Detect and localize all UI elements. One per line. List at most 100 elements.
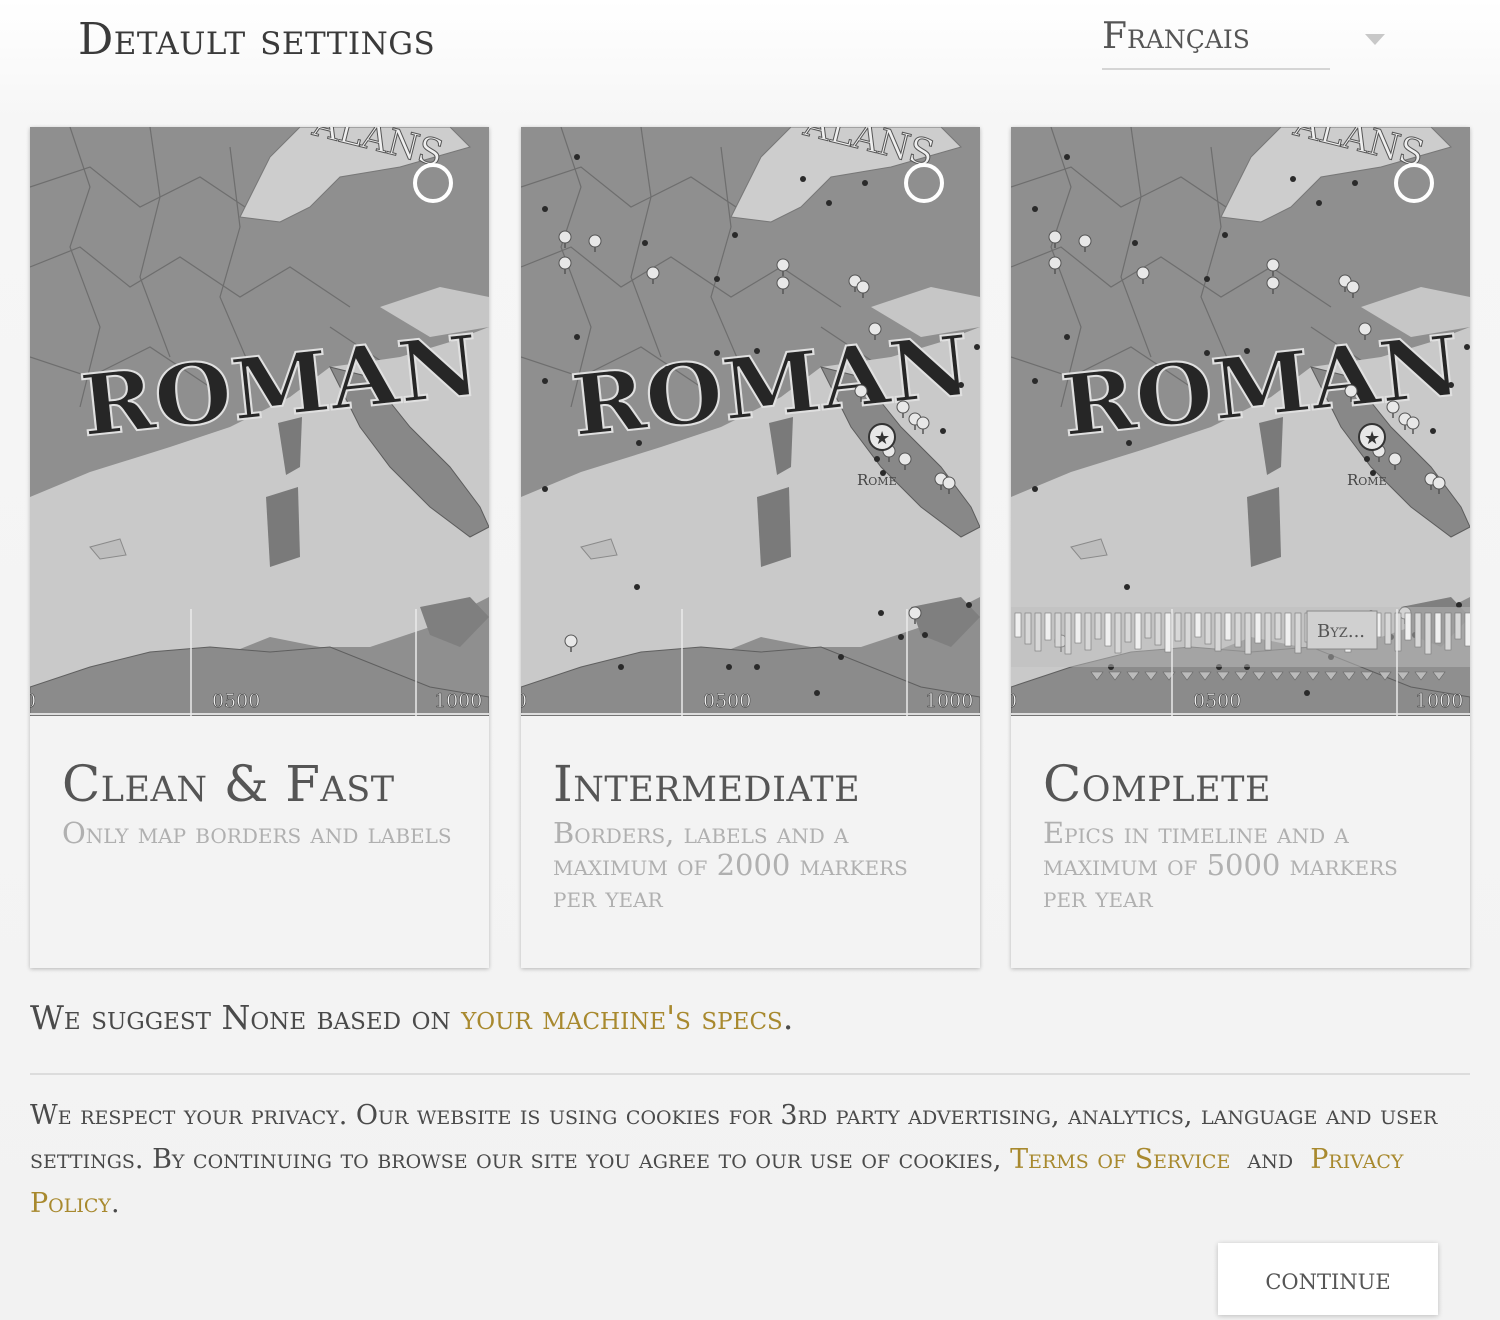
map-dot (922, 632, 928, 638)
map-marker-pin (868, 322, 882, 336)
map-dot (1132, 240, 1138, 246)
map-dot (1032, 206, 1038, 212)
map-marker-pin (942, 476, 956, 490)
timeline-tick-label: 0500 (212, 690, 260, 712)
map-marker-pin (1358, 322, 1372, 336)
suggestion-prefix: We suggest None based on (30, 998, 462, 1037)
map-marker-pin (776, 276, 790, 290)
map-svg: ALANSROMAN005001000 (30, 127, 489, 716)
map-marker-pin (854, 384, 868, 398)
map-dot (754, 348, 760, 354)
epic-bar (1414, 612, 1422, 648)
epic-bar (1134, 612, 1142, 650)
privacy-and: and (1247, 1144, 1294, 1175)
epic-bar (1404, 612, 1412, 641)
epic-bar (1224, 612, 1232, 641)
map-dot (1448, 382, 1454, 388)
card-intermediate[interactable]: ALANSROMAN★Rome005001000 Intermediate Bo… (521, 127, 980, 968)
map-dot (874, 456, 880, 462)
epic-bar (1264, 612, 1272, 651)
epic-bar (1064, 612, 1072, 655)
radio-clean-fast[interactable] (413, 163, 453, 203)
map-dot (574, 334, 580, 340)
timeline-tick-label: 0 (521, 690, 527, 712)
divider (30, 1073, 1470, 1075)
map-dot (726, 664, 732, 670)
map-marker-pin (1346, 280, 1360, 294)
card-complete[interactable]: ALANSROMAN★RomeByz...005001000 Complete … (1011, 127, 1470, 968)
map-marker-pin (1406, 416, 1420, 430)
epic-bar (1274, 612, 1282, 640)
map-marker-pin (1266, 258, 1280, 272)
epic-bar (1044, 612, 1052, 641)
map-dot (800, 176, 806, 182)
map-dot (1064, 154, 1070, 160)
capital-star-icon: ★ (1364, 428, 1380, 449)
map-dot (1064, 334, 1070, 340)
map-marker-pin (1048, 256, 1062, 270)
epic-bar (1394, 612, 1402, 652)
epic-bar (1164, 612, 1172, 653)
map-dot (940, 428, 946, 434)
map-marker-pin (564, 634, 578, 648)
map-marker-pin (1432, 476, 1446, 490)
card-description: Borders, labels and a maximum of 2000 ma… (553, 816, 908, 914)
map-marker-pin (776, 258, 790, 272)
epic-bar (1144, 612, 1152, 639)
epic-bar (1384, 612, 1392, 645)
map-dot (634, 584, 640, 590)
epic-bar (1174, 612, 1182, 642)
map-dot (1126, 440, 1132, 446)
epic-bar (1154, 612, 1162, 646)
map-dot (1204, 350, 1210, 356)
map-dot (958, 382, 964, 388)
epic-bar (1084, 612, 1092, 651)
card-clean-fast[interactable]: ALANSROMAN005001000 Clean & Fast Only ma… (30, 127, 489, 968)
map-marker-pin (896, 400, 910, 414)
language-selected-value: Français (1102, 16, 1250, 57)
epic-bar (1204, 612, 1212, 645)
epic-bar (1184, 612, 1192, 649)
map-marker-pin (908, 606, 922, 620)
epic-bar (1454, 612, 1462, 640)
map-dot (1464, 344, 1470, 350)
epic-bar (1444, 612, 1452, 651)
map-preview-intermediate: ALANSROMAN★Rome005001000 (521, 127, 980, 716)
map-preview-complete: ALANSROMAN★RomeByz...005001000 (1011, 127, 1470, 716)
map-marker-pin (1048, 230, 1062, 244)
epic-bar (1034, 612, 1042, 652)
map-marker-pin (558, 230, 572, 244)
map-marker-pin (1136, 266, 1150, 280)
map-dot (898, 634, 904, 640)
language-select[interactable]: Français (1102, 14, 1392, 70)
machine-specs-link[interactable]: your machine's specs (461, 998, 783, 1037)
epic-bar (1214, 612, 1222, 652)
epic-bar (1014, 612, 1022, 638)
map-marker-pin (856, 280, 870, 294)
epic-bar (1024, 612, 1032, 645)
epic-bar (1464, 612, 1470, 647)
map-dot (1154, 366, 1160, 372)
epic-label: Byz... (1317, 621, 1365, 642)
map-dot (826, 200, 832, 206)
terms-of-service-link[interactable]: Terms of Service (1010, 1144, 1230, 1175)
map-dot (1244, 348, 1250, 354)
map-marker-pin (916, 416, 930, 430)
timeline-tick-label: 0500 (1193, 690, 1241, 712)
map-dot (618, 664, 624, 670)
radio-complete[interactable] (1394, 163, 1434, 203)
map-dot (542, 486, 548, 492)
chevron-down-icon[interactable] (1365, 34, 1385, 45)
sardinia-island (266, 487, 300, 567)
sardinia-island (1247, 487, 1281, 567)
suggestion-text: We suggest None based on your machine's … (30, 998, 793, 1037)
map-dot (838, 654, 844, 660)
card-description: Epics in timeline and a maximum of 5000 … (1043, 816, 1398, 914)
radio-intermediate[interactable] (904, 163, 944, 203)
map-dot (966, 602, 972, 608)
continue-button[interactable]: continue (1218, 1243, 1438, 1315)
privacy-end: . (110, 1188, 120, 1219)
map-dot (1316, 200, 1322, 206)
timeline-tick-label: 1000 (1415, 690, 1463, 712)
map-dot (1032, 486, 1038, 492)
